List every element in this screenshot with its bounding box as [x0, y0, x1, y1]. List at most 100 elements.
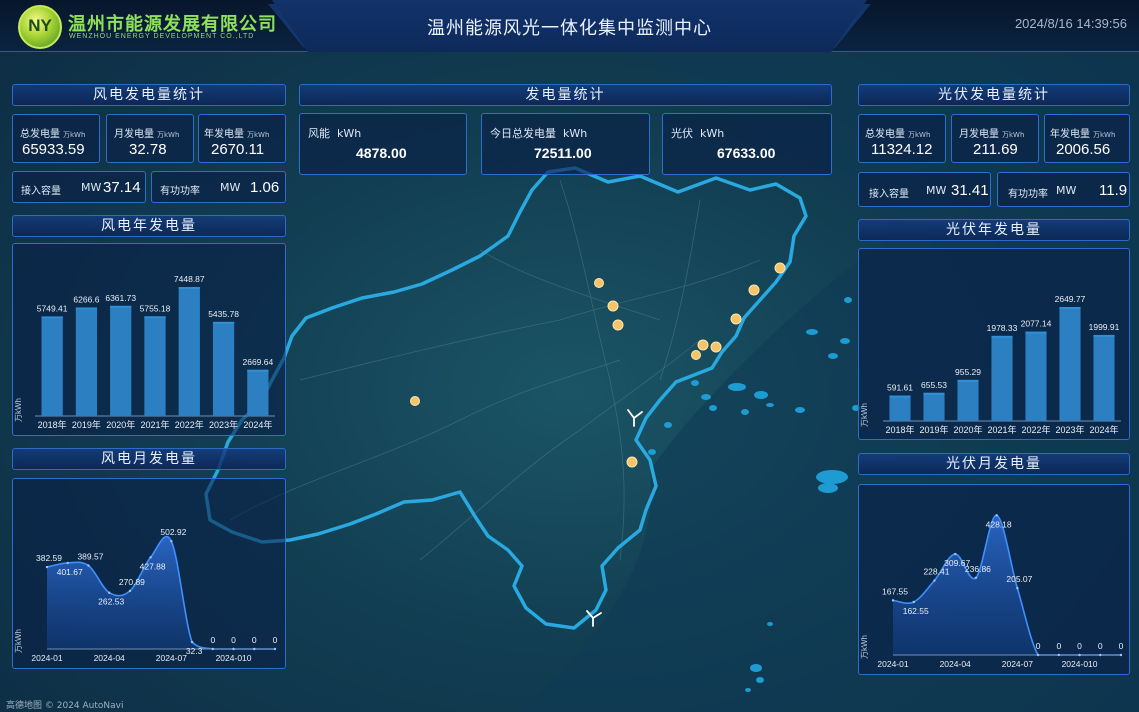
data-point — [149, 556, 152, 559]
data-point — [1119, 653, 1123, 657]
bar-cap — [178, 287, 200, 290]
bar — [144, 316, 166, 416]
tick-label: 2024-01 — [877, 659, 908, 669]
pv-month-chart[interactable]: 万kWh167.55162.55228.41309.67236.86428.18… — [859, 485, 1129, 674]
tick-label: 2020年 — [953, 424, 982, 435]
bar-cap — [889, 395, 911, 398]
stat-unit: 万kWh — [908, 131, 931, 139]
tick-label: 2023年 — [209, 419, 238, 430]
pv-total-card[interactable]: 总发电量 万kWh 11324.12 — [858, 114, 946, 163]
tick-label: 2024-010 — [216, 653, 252, 663]
stat-unit: kWh — [337, 127, 362, 140]
pv-capacity-card[interactable]: 接入容量 MW 31.41 — [858, 172, 991, 207]
solar-sun-icon[interactable] — [594, 278, 604, 288]
stat-label: 接入容量 — [21, 186, 61, 197]
stat-unit: 万kWh — [157, 131, 180, 139]
data-point — [1057, 653, 1061, 657]
logo-letters: NY — [28, 16, 52, 35]
bar — [212, 321, 235, 416]
solar-sun-icon[interactable] — [730, 313, 742, 325]
wind-gen-card[interactable]: 风能 kWh 4878.00 — [299, 113, 467, 175]
tick-label: 2024-04 — [94, 653, 125, 663]
gen-stats-title: 发电量统计 — [299, 84, 832, 106]
stat-unit: MW — [220, 181, 241, 194]
bar — [923, 392, 945, 421]
wind-year-card[interactable]: 年发电量 万kWh 2670.11 — [198, 114, 286, 163]
pv-year-card[interactable]: 年发电量 万kWh 2006.56 — [1044, 114, 1130, 163]
stat-unit: 万kWh — [63, 131, 86, 139]
bar-cap — [110, 305, 132, 308]
pv-power-card[interactable]: 有功功率 MW 11.9 — [997, 172, 1130, 207]
data-label: 0 — [1036, 641, 1041, 651]
bar — [178, 287, 200, 416]
data-label: 382.59 — [36, 553, 62, 563]
data-label: 0 — [210, 635, 215, 645]
data-point — [891, 599, 895, 602]
stat-value: 11324.12 — [871, 141, 933, 158]
bar-cap — [991, 335, 1013, 338]
tick-label: 2021年 — [140, 419, 169, 430]
stat-value: 72511.00 — [534, 145, 592, 161]
stat-label: 今日总发电量 — [490, 127, 556, 140]
data-label: 2649.77 — [1055, 294, 1086, 304]
wind-month-chart[interactable]: 万kWh 382.59 401.67 389.57 262.53 270.89 427.88… — [13, 479, 285, 668]
y-axis-label: 万kWh — [14, 629, 23, 653]
stat-unit: MW — [81, 181, 102, 194]
bar-cap — [1059, 306, 1081, 309]
data-label: 655.53 — [921, 380, 947, 390]
data-point — [1078, 653, 1081, 657]
wind-total-card[interactable]: 总发电量 万kWh 65933.59 — [12, 114, 100, 163]
wind-power-card[interactable]: 有功功率 MW 1.06 — [151, 171, 286, 203]
map-attribution: 高德地图 © 2024 AutoNavi — [6, 701, 124, 711]
bar — [991, 335, 1013, 421]
pv-gen-card[interactable]: 光伏 kWh 67633.00 — [662, 113, 832, 175]
data-point — [933, 579, 936, 582]
solar-sun-icon[interactable] — [691, 350, 701, 360]
wind-month-title: 风电月发电量 — [12, 448, 286, 470]
bar — [1059, 306, 1081, 421]
pv-year-chart[interactable]: 万kWh 591.61 2018年 655.53 2019年 955.29 2020年 197… — [859, 249, 1129, 439]
data-label: 0 — [1119, 641, 1124, 651]
data-point — [66, 561, 69, 565]
wind-capacity-card[interactable]: 接入容量 MW 37.14 — [12, 171, 146, 203]
tick-label: 2019年 — [72, 419, 101, 430]
stat-value: 65933.59 — [22, 141, 85, 158]
data-point — [87, 564, 90, 567]
data-point — [45, 565, 49, 569]
data-label: 389.57 — [77, 552, 103, 562]
tick-label: 2024-010 — [1062, 659, 1098, 669]
solar-sun-icon[interactable] — [410, 396, 420, 406]
solar-sun-icon[interactable] — [607, 300, 619, 312]
stat-value: 37.14 — [103, 179, 141, 196]
y-axis-label: 万kWh — [14, 398, 23, 422]
wind-year-chart[interactable]: 万kWh 5749.41 2018年 6266.6 2019年 6361.73 2020年 5… — [13, 244, 285, 435]
stat-label: 年发电量 — [1050, 129, 1090, 140]
solar-sun-icon[interactable] — [697, 339, 709, 351]
stat-value: 4878.00 — [356, 145, 407, 161]
stat-label: 总发电量 — [865, 129, 905, 140]
pv-month-card[interactable]: 月发电量 万kWh 211.69 — [951, 114, 1039, 163]
stat-unit: kWh — [700, 127, 725, 140]
stat-unit: kWh — [563, 127, 588, 140]
wind-turbine-icon[interactable] — [627, 409, 643, 427]
data-point — [232, 647, 235, 651]
solar-sun-icon[interactable] — [748, 284, 760, 296]
stat-value: 211.69 — [973, 141, 1018, 158]
bar-cap — [212, 321, 235, 324]
wind-year-title: 风电年发电量 — [12, 215, 286, 237]
solar-sun-icon[interactable] — [626, 456, 638, 468]
data-label: 1999.91 — [1089, 322, 1120, 332]
stat-value: 32.78 — [129, 141, 167, 158]
wind-month-card[interactable]: 月发电量 万kWh 32.78 — [106, 114, 194, 163]
solar-sun-icon[interactable] — [774, 262, 786, 274]
today-gen-card[interactable]: 今日总发电量 kWh 72511.00 — [481, 113, 650, 175]
data-label: 162.55 — [903, 606, 929, 616]
solar-sun-icon[interactable] — [612, 319, 624, 331]
data-label: 32.3 — [186, 646, 203, 656]
bar — [41, 316, 63, 416]
stat-unit: MW — [1056, 184, 1077, 197]
bar-cap — [957, 379, 979, 382]
solar-sun-icon[interactable] — [710, 341, 722, 353]
stat-value: 67633.00 — [717, 145, 776, 161]
data-point — [211, 647, 215, 651]
